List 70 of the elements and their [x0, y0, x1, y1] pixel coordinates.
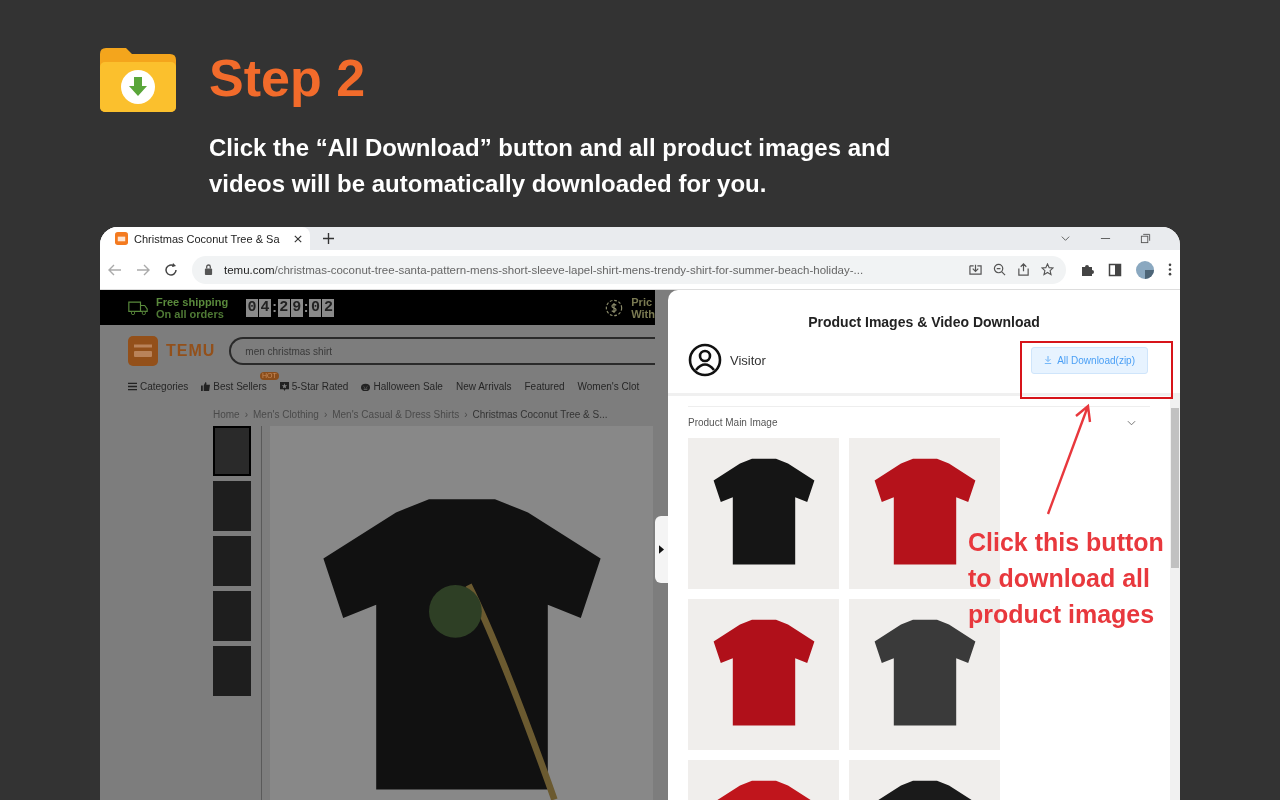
dollar-icon: [605, 298, 624, 317]
category-link[interactable]: Women's Clot: [577, 381, 640, 392]
all-download-button[interactable]: All Download(zip): [1031, 346, 1148, 374]
product-thumbnail[interactable]: [213, 591, 251, 641]
countdown-separator: :: [303, 298, 309, 317]
chevron-down-icon[interactable]: [1127, 419, 1136, 426]
breadcrumb-separator: ›: [323, 409, 328, 420]
download-folder-icon: [100, 48, 176, 112]
new-tab-icon[interactable]: [323, 233, 334, 244]
category-link[interactable]: 5-Star Rated: [279, 381, 349, 392]
thumbs-up-icon: [201, 382, 211, 391]
breadcrumb-separator: ›: [464, 409, 468, 420]
category-link[interactable]: Featured: [524, 381, 565, 392]
zoom-icon[interactable]: [993, 263, 1006, 276]
scrollbar[interactable]: [1170, 396, 1180, 800]
breadcrumb-separator: ›: [244, 409, 249, 420]
chevron-down-icon[interactable]: [1060, 233, 1071, 244]
product-thumbnail[interactable]: [213, 536, 251, 586]
product-photo[interactable]: [688, 438, 839, 589]
category-link[interactable]: Categories: [128, 381, 189, 392]
store-favicon-icon: [115, 232, 128, 245]
share-icon[interactable]: [1017, 263, 1030, 276]
side-panel-icon[interactable]: [1108, 262, 1122, 277]
price-label: Pric: [631, 295, 654, 308]
menu-icon: [128, 382, 137, 391]
reload-icon[interactable]: [164, 262, 178, 277]
triangle-right-icon: [659, 545, 664, 554]
address-bar[interactable]: temu.com/christmas-coconut-tree-santa-pattern-mens-short-sleeve-lapel-shirt-mens-trendy-shirt-for-summer-beach-holiday-...: [192, 255, 1066, 284]
free-shipping-label: Free shipping: [156, 295, 229, 308]
search-field[interactable]: men christmas shirt: [229, 337, 655, 365]
price-sublabel: With: [631, 307, 655, 320]
user-icon: [688, 343, 722, 377]
download-icon: [1044, 356, 1053, 364]
countdown-separator: :: [272, 298, 277, 317]
user-name: Visitor: [730, 352, 766, 368]
countdown-digit: 2: [277, 298, 290, 317]
step-description: Click the “All Download” button and all product images and videos will be automatically downloaded for you.: [209, 133, 891, 199]
product-thumbnail[interactable]: [213, 426, 251, 476]
restore-icon[interactable]: [1140, 233, 1151, 244]
truck-icon: [128, 299, 148, 316]
menu-icon[interactable]: [1168, 263, 1172, 276]
section-title: Product Main Image: [688, 417, 778, 428]
annotation-text: Click this button to download all product images: [968, 527, 1165, 630]
category-link[interactable]: Halloween Sale: [361, 381, 443, 392]
countdown-digit: 2: [322, 298, 335, 317]
category-link[interactable]: Best Sellers: [201, 381, 267, 392]
category-link[interactable]: New Arrivals: [455, 381, 512, 392]
browser-tab[interactable]: Christmas Coconut Tree & Sa: [100, 227, 310, 250]
product-thumbnail[interactable]: [213, 646, 251, 696]
countdown-digit: 4: [259, 298, 272, 317]
pumpkin-icon: [361, 382, 371, 391]
star-icon[interactable]: [1041, 263, 1054, 276]
shipping-sublabel: On all orders: [156, 307, 224, 320]
puzzle-icon[interactable]: [1080, 262, 1094, 277]
step-title: Step 2: [209, 48, 367, 108]
store-name: TEMU: [166, 342, 216, 360]
install-icon[interactable]: [969, 263, 982, 276]
countdown-digit: 0: [309, 298, 322, 317]
panel-title: Product Images & Video Download: [807, 314, 1041, 330]
lock-icon: [204, 264, 213, 275]
store-logo-icon: [128, 336, 158, 366]
url-text: temu.com/christmas-coconut-tree-santa-pattern-mens-short-sleeve-lapel-shirt-mens-trendy-shirt-for-summer-beach-holiday-...: [224, 263, 865, 276]
close-icon[interactable]: [294, 234, 302, 243]
profile-avatar-icon[interactable]: [1136, 260, 1154, 279]
panel-toggle[interactable]: [655, 516, 668, 583]
countdown-digit: 9: [290, 298, 303, 317]
product-thumbnail[interactable]: [213, 481, 251, 531]
product-photo[interactable]: [688, 599, 839, 750]
star-badge-icon: [279, 382, 289, 391]
countdown-digit: 0: [246, 298, 259, 317]
